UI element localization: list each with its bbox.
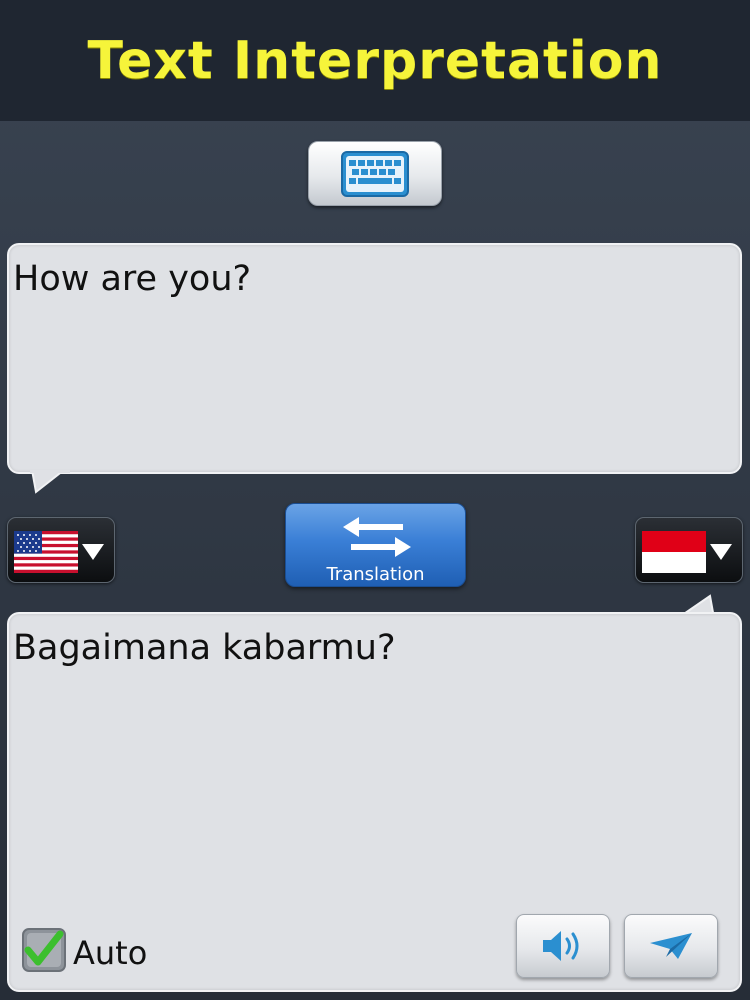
keyboard-icon — [341, 150, 409, 197]
auto-checkbox[interactable] — [22, 928, 66, 972]
bubble-tail — [30, 470, 70, 494]
auto-label: Auto — [73, 934, 148, 972]
swap-arrows-icon — [343, 517, 411, 557]
header-bar: Text Interpretation — [0, 0, 750, 121]
translation-button-label: Translation — [326, 564, 425, 585]
chevron-down-icon — [710, 544, 732, 560]
chevron-down-icon — [82, 544, 104, 560]
translated-text: Bagaimana kabarmu? — [13, 628, 396, 668]
page-title: Text Interpretation — [87, 30, 663, 91]
send-button[interactable] — [624, 914, 718, 978]
speaker-button[interactable] — [516, 914, 610, 978]
paper-plane-icon — [650, 933, 692, 959]
us-flag-icon — [14, 531, 78, 573]
keyboard-button[interactable] — [308, 141, 442, 206]
target-language-select[interactable] — [635, 517, 743, 583]
source-text: How are you? — [13, 259, 252, 299]
source-text-input[interactable]: How are you? — [7, 243, 742, 474]
translation-button[interactable]: Translation — [285, 503, 466, 587]
speaker-icon — [543, 931, 579, 961]
indonesia-flag-icon — [642, 531, 706, 573]
source-language-select[interactable] — [7, 517, 115, 583]
